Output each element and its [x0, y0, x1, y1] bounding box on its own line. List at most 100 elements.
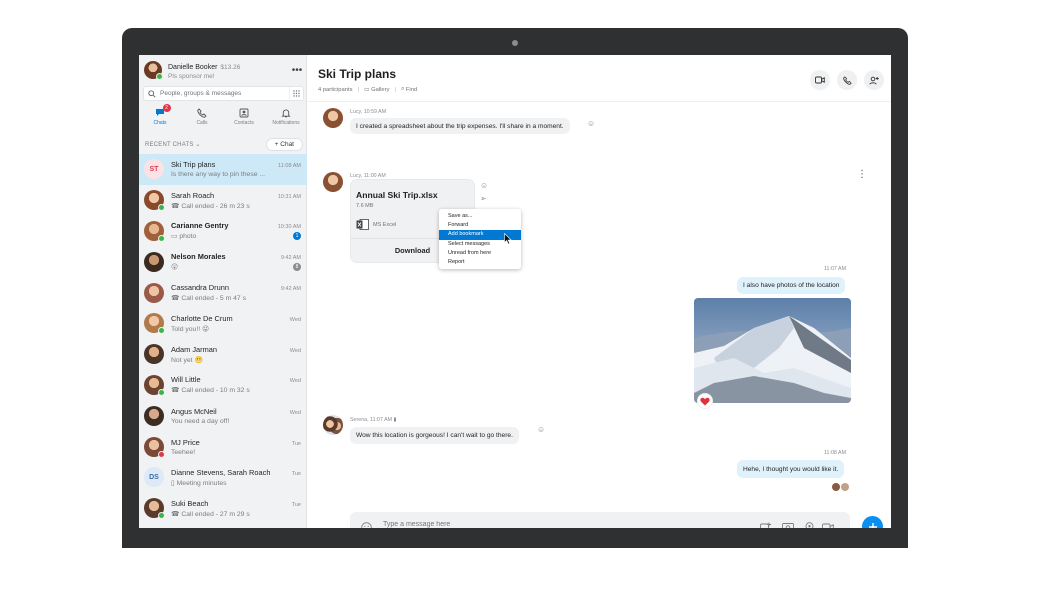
- chat-preview: Is there any way to pin these ...: [171, 171, 266, 179]
- contacts-icon: [239, 106, 249, 119]
- avatar: [144, 498, 165, 520]
- profile-avatar[interactable]: [144, 61, 163, 80]
- chat-item-carianne-gentry[interactable]: Carianne Gentry 10:30 AM ▭ photo 1: [139, 216, 307, 247]
- add-files-icon[interactable]: [760, 521, 772, 528]
- participants-count[interactable]: 4 participants: [318, 87, 352, 93]
- chat-preview: photo: [179, 233, 197, 241]
- emoji-icon: 😲: [171, 264, 179, 272]
- search-icon: ⌕: [401, 86, 405, 92]
- chat-time: 10:30 AM: [277, 224, 301, 231]
- audio-call-button[interactable]: [837, 70, 857, 90]
- find-link[interactable]: ⌕ Find: [401, 86, 417, 93]
- send-money-icon[interactable]: [782, 521, 794, 528]
- chat-item-nelson-morales[interactable]: Nelson Morales 9:42 AM 😲 8: [139, 246, 307, 277]
- tab-calls[interactable]: Calls: [181, 106, 223, 130]
- chat-item-adam-jarman[interactable]: Adam Jarman Wed Not yet 😬: [139, 339, 307, 370]
- chat-item-will-little[interactable]: Will Little Wed ☎ Call ended - 10 m 32 s: [139, 370, 307, 401]
- message-bubble[interactable]: Hehe, I thought you would like it.: [737, 460, 845, 478]
- chat-list: ST Ski Trip plans 11:08 AM Is there any w…: [139, 154, 307, 524]
- add-content-button[interactable]: [862, 516, 883, 528]
- search-input[interactable]: [160, 90, 289, 97]
- gallery-link[interactable]: ▭ Gallery: [364, 87, 389, 93]
- bell-icon: [281, 106, 291, 119]
- chat-preview: Call ended - 26 m 23 s: [181, 202, 250, 210]
- menu-item-save-as[interactable]: Save as...: [439, 212, 521, 221]
- profile-bar[interactable]: Danielle Booker $13.26 Pls sponsor me! ••…: [144, 60, 304, 80]
- more-options-icon[interactable]: •••: [290, 65, 304, 76]
- emoji-picker-icon[interactable]: [360, 521, 372, 528]
- message-meta-text: Serena, 11:07 AM: [350, 417, 393, 423]
- chat-preview: Call ended - 10 m 32 s: [181, 387, 250, 395]
- location-icon[interactable]: [803, 521, 815, 528]
- dialpad-icon[interactable]: [289, 87, 303, 100]
- recent-chats-header: RECENT CHATS ⌄ + Chat: [145, 137, 303, 151]
- add-reaction-icon[interactable]: ☺: [587, 119, 595, 128]
- conversation-title[interactable]: Ski Trip plans: [318, 67, 396, 81]
- chat-item-angus-mcneil[interactable]: Angus McNeil Wed You need a day off!: [139, 400, 307, 431]
- message-bubble[interactable]: I also have photos of the location: [737, 277, 846, 294]
- camera-dot: [512, 40, 518, 46]
- conversation-subheader: 4 participants | ▭ Gallery | ⌕ Find: [318, 86, 418, 93]
- chat-name: Carianne Gentry: [171, 221, 229, 231]
- tab-notifications-label: Notifications: [272, 120, 300, 126]
- chat-name: MJ Price: [171, 437, 200, 447]
- chat-item-cassandra-drunn[interactable]: Cassandra Drunn 9:42 AM ☎ Call ended - 5 …: [139, 277, 307, 308]
- add-reaction-icon[interactable]: ☺: [537, 425, 545, 434]
- menu-item-unread-from-here[interactable]: Unread from here: [439, 249, 521, 258]
- add-people-button[interactable]: [864, 70, 884, 90]
- skype-window: Danielle Booker $13.26 Pls sponsor me! ••…: [139, 55, 891, 528]
- mountain-photo[interactable]: [694, 298, 851, 403]
- chat-badge: 2: [162, 104, 171, 112]
- chat-item-mj-price[interactable]: MJ Price Tue Teehee!: [139, 431, 307, 462]
- emoji-icon: 😬: [194, 356, 203, 364]
- chat-time: Wed: [289, 347, 301, 354]
- chat-preview: Call ended - 5 m 47 s: [181, 295, 246, 303]
- read-receipt-avatar: [832, 483, 840, 491]
- sidebar: Danielle Booker $13.26 Pls sponsor me! ••…: [139, 55, 307, 528]
- message-more-icon[interactable]: ⋮: [857, 170, 867, 180]
- call-ended-icon: ☎: [171, 295, 180, 303]
- search-box[interactable]: [143, 86, 304, 101]
- serena-avatar[interactable]: [323, 415, 343, 435]
- lucy-avatar[interactable]: [323, 172, 343, 192]
- excel-icon: [356, 219, 369, 230]
- tab-notifications[interactable]: Notifications: [265, 106, 307, 130]
- tab-contacts[interactable]: Contacts: [223, 106, 265, 130]
- chat-preview: Meeting minutes: [176, 479, 227, 487]
- group-avatar: DS: [144, 467, 164, 488]
- lucy-avatar[interactable]: [323, 108, 343, 128]
- message-meta: 11:07 AM: [824, 266, 846, 272]
- message-meta: Lucy, 11:00 AM: [350, 173, 386, 179]
- chat-name: Sarah Roach: [171, 190, 215, 200]
- message-bubble[interactable]: I created a spreadsheet about the trip e…: [350, 118, 570, 134]
- video-message-icon[interactable]: [822, 521, 834, 528]
- presence-busy-icon: [158, 450, 165, 458]
- profile-credit: $13.26: [220, 63, 241, 71]
- presence-online-icon: [158, 388, 165, 396]
- new-chat-button[interactable]: + Chat: [265, 137, 303, 151]
- video-call-button[interactable]: [810, 70, 830, 90]
- chat-item-ski-trip-plans[interactable]: ST Ski Trip plans 11:08 AM Is there any w…: [139, 154, 307, 185]
- recent-chats-label[interactable]: RECENT CHATS ⌄: [145, 141, 266, 148]
- chat-time: 10:31 AM: [277, 193, 301, 200]
- forward-icon[interactable]: ➢: [480, 194, 487, 203]
- avatar: [144, 436, 165, 458]
- menu-item-report[interactable]: Report: [439, 258, 521, 267]
- profile-name: Danielle Booker: [168, 63, 218, 71]
- tab-chats[interactable]: 2 Chats: [139, 104, 181, 130]
- message-bubble[interactable]: Wow this location is gorgeous! I can't w…: [350, 427, 519, 444]
- chat-item-charlotte-de-crum[interactable]: Charlotte De Crum Wed Told you!! 😜: [139, 308, 307, 339]
- menu-item-forward[interactable]: Forward: [439, 221, 521, 230]
- chat-item-dianne-stevens-sarah-roach[interactable]: DS Dianne Stevens, Sarah Roach Tue ▯ Meet…: [139, 462, 307, 493]
- add-reaction-icon[interactable]: ☺: [480, 181, 488, 190]
- find-label: Find: [405, 86, 418, 93]
- message-input[interactable]: [383, 521, 643, 528]
- tab-chats-label: Chats: [153, 120, 167, 126]
- chat-preview: Teehee!: [171, 448, 196, 456]
- heart-reaction-icon[interactable]: [698, 394, 712, 408]
- chat-item-suki-beach[interactable]: Suki Beach Tue ☎ Call ended - 27 m 29 s: [139, 493, 307, 524]
- call-ended-icon: ☎: [171, 387, 180, 395]
- chat-item-sarah-roach[interactable]: Sarah Roach 10:31 AM ☎ Call ended - 26 m …: [139, 185, 307, 216]
- message-meta: 11:08 AM: [824, 450, 846, 456]
- file-type: MS Excel: [356, 219, 396, 230]
